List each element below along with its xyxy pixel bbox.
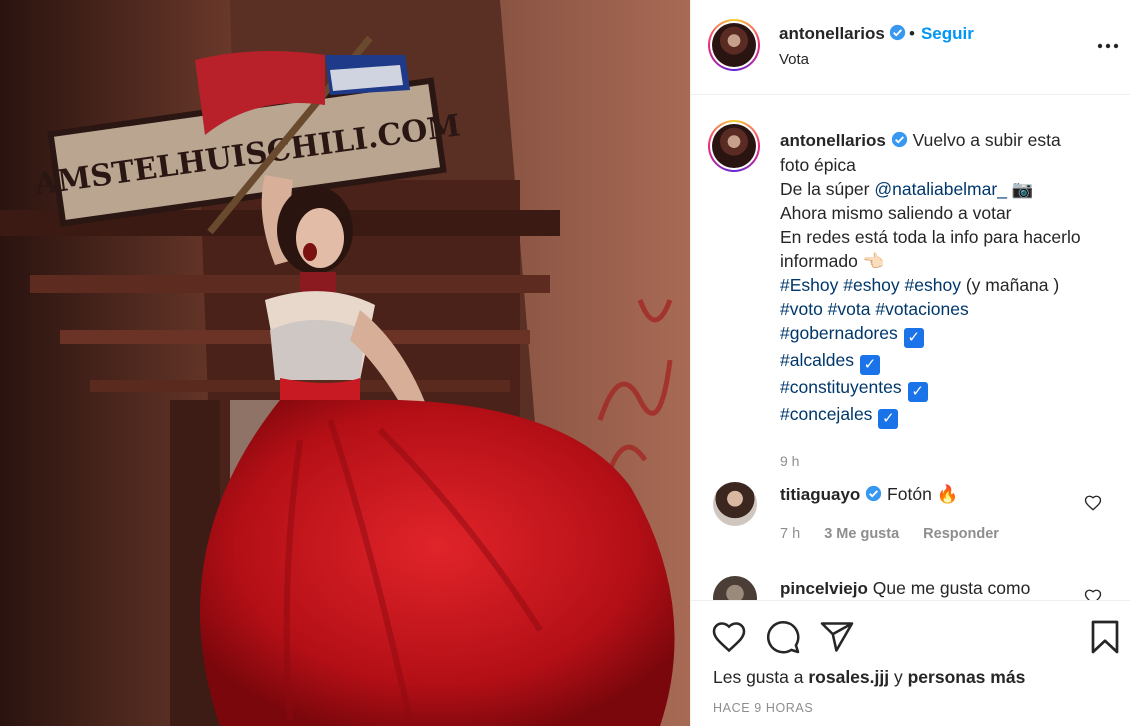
fire-icon: 🔥 bbox=[936, 484, 959, 504]
photo-illustration: AMSTELHUISCHILI.COM bbox=[0, 0, 690, 726]
post-actions: Les gusta a rosales.jjj y personas más H… bbox=[691, 600, 1130, 726]
caption-line: (y mañana ) bbox=[965, 275, 1060, 295]
mention-link[interactable]: @nataliabelmar_ bbox=[874, 179, 1007, 199]
post-photo[interactable]: AMSTELHUISCHILI.COM bbox=[0, 0, 690, 726]
caption-text: antonellarios Vuelvo a subir esta foto é… bbox=[780, 128, 1100, 429]
likes-others-link[interactable]: personas más bbox=[908, 667, 1026, 687]
caption-time[interactable]: 9 h bbox=[780, 453, 799, 469]
comments-scroll-area[interactable]: antonellarios Vuelvo a subir esta foto é… bbox=[691, 96, 1130, 600]
hashtag-link[interactable]: #gobernadores bbox=[780, 323, 898, 343]
commenter-username[interactable]: pincelviejo bbox=[780, 579, 868, 598]
comment-meta: 7 h 3 Me gusta Responder bbox=[780, 526, 1019, 542]
comment-text: Que me gusta como bbox=[872, 578, 1031, 598]
comment-likes[interactable]: 3 Me gusta bbox=[824, 526, 899, 542]
caption-avatar[interactable] bbox=[708, 120, 760, 172]
caption-line: foto épica bbox=[780, 155, 856, 175]
follow-label: Seguir bbox=[920, 24, 974, 43]
save-bookmark-icon[interactable] bbox=[1087, 619, 1123, 655]
author-avatar[interactable] bbox=[708, 19, 760, 71]
likes-and: y bbox=[893, 667, 903, 687]
comment-time[interactable]: 7 h bbox=[780, 526, 800, 542]
comment-body: pincelviejo Que me gusta como bbox=[780, 578, 1030, 599]
commenter-avatar[interactable] bbox=[713, 576, 757, 600]
commenter-avatar[interactable] bbox=[713, 482, 757, 526]
pointing-hand-icon: 👈🏻 bbox=[862, 251, 885, 271]
more-options-icon[interactable] bbox=[1096, 36, 1120, 56]
reply-button[interactable]: Responder bbox=[923, 526, 999, 542]
post-header: antonellarios • Seguir Vota bbox=[691, 0, 1130, 95]
checkbox-emoji-icon: ✓ bbox=[859, 355, 880, 375]
author-name-row: antonellarios bbox=[779, 24, 906, 44]
share-icon[interactable] bbox=[819, 619, 855, 655]
checkbox-emoji-icon: ✓ bbox=[878, 409, 899, 429]
caption-line: informado bbox=[780, 251, 858, 271]
hashtag-link[interactable]: #concejales bbox=[780, 404, 872, 424]
comment-like-heart-icon[interactable] bbox=[1084, 588, 1102, 600]
post-location[interactable]: Vota bbox=[779, 51, 809, 68]
post-side-panel: antonellarios • Seguir Vota antonellarios… bbox=[690, 0, 1130, 726]
hashtag-link[interactable]: #constituyentes bbox=[780, 377, 902, 397]
like-heart-icon[interactable] bbox=[711, 619, 747, 655]
verified-icon bbox=[866, 485, 882, 502]
author-username[interactable]: antonellarios bbox=[779, 24, 885, 43]
caption-line: Ahora mismo saliendo a votar bbox=[780, 203, 1012, 223]
caption-author[interactable]: antonellarios bbox=[780, 131, 886, 150]
checkbox-emoji-icon: ✓ bbox=[907, 382, 928, 402]
liker-username[interactable]: rosales.jjj bbox=[808, 667, 889, 687]
commenter-username[interactable]: titiaguayo bbox=[780, 485, 860, 504]
camera-icon: 📷 bbox=[1011, 179, 1034, 199]
hashtag-link[interactable]: #Eshoy #eshoy #eshoy bbox=[780, 275, 961, 295]
comment-like-heart-icon[interactable] bbox=[1084, 494, 1102, 512]
checkbox-emoji-icon: ✓ bbox=[903, 328, 924, 348]
hashtag-link[interactable]: #alcaldes bbox=[780, 350, 854, 370]
caption-line: Vuelvo a subir esta bbox=[912, 130, 1061, 150]
comment-icon[interactable] bbox=[765, 619, 801, 655]
post-timestamp[interactable]: HACE 9 HORAS bbox=[713, 701, 813, 715]
verified-icon bbox=[890, 24, 906, 41]
caption-line: De la súper bbox=[780, 179, 870, 199]
verified-icon bbox=[891, 131, 907, 148]
likes-summary: Les gusta a rosales.jjj y personas más bbox=[713, 667, 1025, 688]
caption-line: En redes está toda la info para hacerlo bbox=[780, 227, 1081, 247]
hashtag-link[interactable]: #voto #vota #votaciones bbox=[780, 297, 1100, 321]
follow-separator: • bbox=[909, 24, 915, 43]
likes-prefix: Les gusta a bbox=[713, 667, 804, 687]
comment-body: titiaguayo Fotón 🔥 bbox=[780, 484, 958, 505]
comment-text: Fotón bbox=[887, 484, 932, 504]
follow-button[interactable]: • Seguir bbox=[909, 24, 974, 44]
